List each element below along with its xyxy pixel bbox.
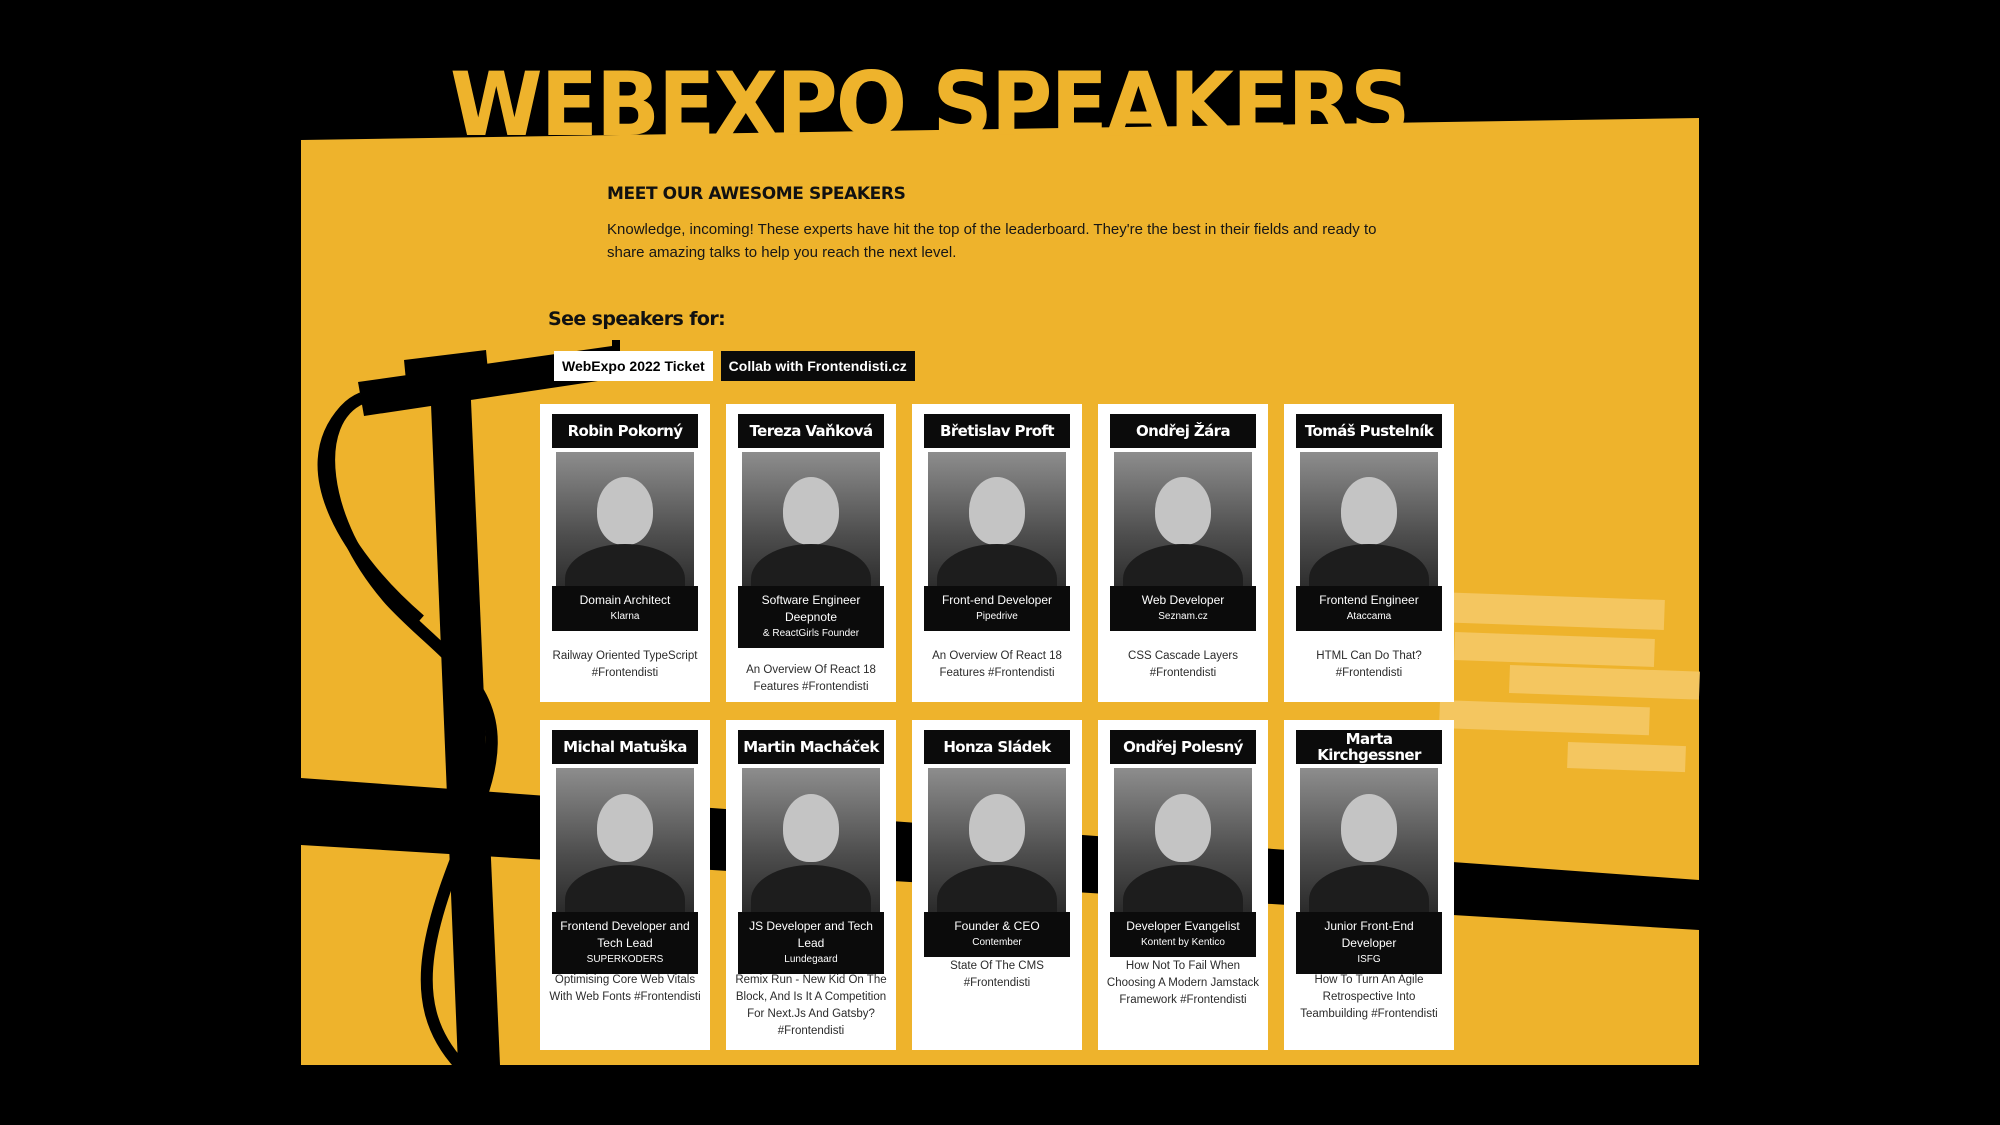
speaker-talk: Optimising Core Web Vitals With Web Font… [549,974,701,1003]
speaker-photo [1114,452,1252,592]
speaker-name: Ondřej Žára [1110,414,1256,448]
speaker-photo [928,768,1066,913]
speaker-role-tag: Domain Architect Klarna [552,586,698,631]
speaker-role: Frontend Engineer [1319,593,1419,607]
speaker-photo [1114,768,1252,913]
page-title: WEBEXPO SPEAKERS [450,53,1411,156]
speaker-name: Marta Kirchgessner [1296,730,1442,764]
speaker-photo [556,452,694,592]
speaker-company: ISFG [1357,954,1381,965]
speaker-card[interactable]: Honza Sládek Founder & CEO Contember Sta… [912,720,1082,1050]
speaker-name: Robin Pokorný [552,414,698,448]
speaker-company: & ReactGirls Founder [762,628,860,639]
speaker-talk: How Not To Fail When Choosing A Modern J… [1106,960,1260,1006]
speaker-photo [1300,452,1438,592]
speaker-name: Tomáš Pustelník [1296,414,1442,448]
tab-collab-frontendisti[interactable]: Collab with Frontendisti.cz [720,351,915,381]
speaker-role-tag: Junior Front-End Developer ISFG [1296,912,1442,974]
speaker-talk: Remix Run - New Kid On The Block, And Is… [735,974,887,1037]
speaker-talk: CSS Cascade Layers #Frontendisti [1128,650,1238,679]
speaker-card[interactable]: Martin Macháček JS Developer and Tech Le… [726,720,896,1050]
speaker-company: Lundegaard [784,954,838,965]
speaker-role-tag: Developer Evangelist Kontent by Kentico [1110,912,1256,957]
speaker-name: Honza Sládek [924,730,1070,764]
intro-text: Knowledge, incoming! These experts have … [607,221,1377,261]
speaker-role-tag: Founder & CEO Contember [924,912,1070,957]
speaker-photo [556,768,694,913]
speaker-company: SUPERKODERS [586,954,664,965]
speaker-role-tag: Web Developer Seznam.cz [1110,586,1256,631]
speaker-card[interactable]: Břetislav Proft Front-end Developer Pipe… [912,404,1082,702]
speaker-role: Domain Architect [579,593,671,607]
speaker-talk: State Of The CMS #Frontendisti [950,960,1044,989]
speaker-name: Michal Matuška [552,730,698,764]
speaker-role-tag: Front-end Developer Pipedrive [924,586,1070,631]
speaker-role: Software Engineer Deepnote [761,593,861,624]
speaker-role: JS Developer and Tech Lead [749,919,873,950]
speaker-role: Founder & CEO [954,919,1040,933]
speaker-photo [1300,768,1438,913]
speaker-role-tag: Software Engineer Deepnote & ReactGirls … [738,586,884,648]
speaker-role-tag: Frontend Developer and Tech Lead SUPERKO… [552,912,698,974]
speaker-card[interactable]: Tomáš Pustelník Frontend Engineer Atacca… [1284,404,1454,702]
speaker-role: Junior Front-End Developer [1324,919,1414,950]
speaker-photo [742,452,880,592]
speaker-card[interactable]: Marta Kirchgessner Junior Front-End Deve… [1284,720,1454,1050]
speaker-talk: Railway Oriented TypeScript #Frontendist… [552,650,698,679]
speaker-company: Contember [972,937,1022,948]
speaker-company: Seznam.cz [1158,611,1208,622]
intro-section: MEET OUR AWESOME SPEAKERS Knowledge, inc… [607,184,1397,264]
speaker-name: Ondřej Polesný [1110,730,1256,764]
speaker-talk: HTML Can Do That? #Frontendisti [1316,650,1422,679]
speaker-company: Kontent by Kentico [1141,937,1225,948]
speaker-card[interactable]: Robin Pokorný Domain Architect Klarna Ra… [540,404,710,702]
speaker-photo [742,768,880,913]
speaker-role: Front-end Developer [941,593,1053,607]
speaker-name: Tereza Vaňková [738,414,884,448]
speaker-company: Klarna [610,611,640,622]
speaker-talk: How To Turn An Agile Retrospective Into … [1300,974,1438,1020]
speaker-role-tag: Frontend Engineer Ataccama [1296,586,1442,631]
speaker-company: Ataccama [1346,611,1392,622]
speaker-role: Frontend Developer and Tech Lead [560,919,690,950]
tab-webexpo-2022-ticket[interactable]: WebExpo 2022 Ticket [554,351,713,381]
speaker-card[interactable]: Michal Matuška Frontend Developer and Te… [540,720,710,1050]
speaker-talk: An Overview Of React 18 Features #Fronte… [932,650,1062,679]
speaker-photo [928,452,1066,592]
speaker-role-tag: JS Developer and Tech Lead Lundegaard [738,912,884,974]
speaker-talk: An Overview Of React 18 Features #Fronte… [746,664,876,693]
filter-label: See speakers for: [548,308,726,330]
speaker-role: Web Developer [1141,593,1225,607]
speaker-grid: Robin Pokorný Domain Architect Klarna Ra… [540,404,1454,1050]
ticket-filter-tabs: WebExpo 2022 Ticket Collab with Frontend… [554,351,915,381]
speaker-name: Břetislav Proft [924,414,1070,448]
speaker-card[interactable]: Ondřej Žára Web Developer Seznam.cz CSS … [1098,404,1268,702]
speaker-name: Martin Macháček [738,730,884,764]
intro-heading: MEET OUR AWESOME SPEAKERS [607,184,906,204]
speaker-company: Pipedrive [976,611,1018,622]
speaker-card[interactable]: Tereza Vaňková Software Engineer Deepnot… [726,404,896,702]
speaker-role: Developer Evangelist [1126,919,1240,933]
speaker-card[interactable]: Ondřej Polesný Developer Evangelist Kont… [1098,720,1268,1050]
